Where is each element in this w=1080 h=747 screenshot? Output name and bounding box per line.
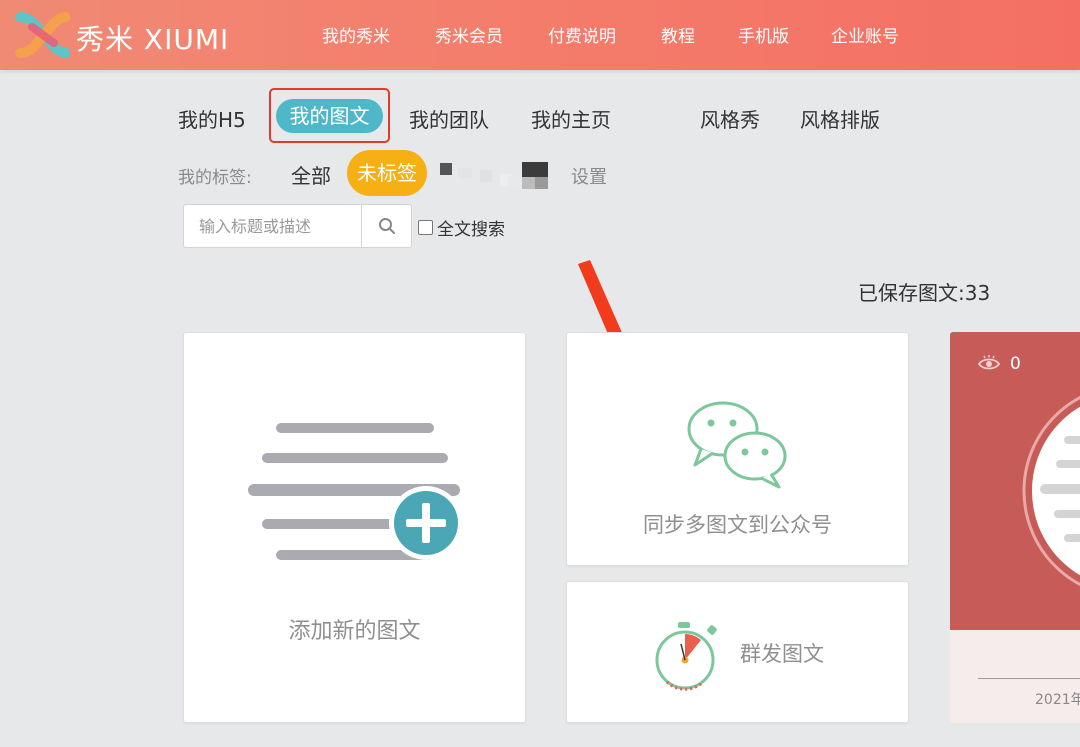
nav-enterprise[interactable]: 企业账号 xyxy=(831,22,899,47)
add-article-card[interactable]: 添加新的图文 xyxy=(183,332,526,723)
tab-my-articles[interactable]: 我的图文 xyxy=(276,99,383,133)
nav-mobile[interactable]: 手机版 xyxy=(738,22,789,47)
xiumi-logo-icon[interactable] xyxy=(14,9,70,61)
fulltext-search-checkbox[interactable] xyxy=(418,220,433,235)
stopwatch-icon xyxy=(655,622,717,691)
eye-icon xyxy=(978,355,1000,370)
nav-membership[interactable]: 秀米会员 xyxy=(435,22,503,47)
tab-my-homepage[interactable]: 我的主页 xyxy=(531,104,611,136)
mass-send-card[interactable]: 群发图文 xyxy=(566,581,909,723)
article-view-count: 0 xyxy=(1010,354,1021,374)
fulltext-search-option[interactable]: 全文搜索 xyxy=(418,215,505,240)
nav-pricing[interactable]: 付费说明 xyxy=(548,22,616,47)
top-navbar: 秀米 XIUMI 我的秀米 秀米会员 付费说明 教程 手机版 企业账号 xyxy=(0,0,1080,70)
search-input[interactable] xyxy=(184,205,361,247)
nav-tutorial[interactable]: 教程 xyxy=(661,22,695,47)
article-date: 2021年 xyxy=(1035,692,1080,708)
nav-my-xiumi[interactable]: 我的秀米 xyxy=(322,22,390,47)
tag-settings-link[interactable]: 设置 xyxy=(571,163,607,189)
add-article-icon xyxy=(248,423,462,560)
add-article-label: 添加新的图文 xyxy=(288,619,421,644)
sync-to-wechat-card[interactable]: 同步多图文到公众号 xyxy=(566,332,909,566)
fulltext-search-label: 全文搜索 xyxy=(437,220,505,240)
saved-count: 已保存图文:33 xyxy=(858,281,991,305)
tab-style-layout[interactable]: 风格排版 xyxy=(800,104,880,136)
tag-all[interactable]: 全部 xyxy=(291,160,331,189)
brand-name[interactable]: 秀米 XIUMI xyxy=(76,18,229,58)
tab-my-articles-highlight[interactable]: 我的图文 xyxy=(269,88,390,143)
search-icon xyxy=(379,218,395,234)
tags-label: 我的标签: xyxy=(178,168,252,188)
article-card[interactable]: 0 2021年 xyxy=(950,332,1080,723)
sync-to-wechat-label: 同步多图文到公众号 xyxy=(643,513,832,537)
article-cover-art xyxy=(1022,395,1080,587)
search-button[interactable] xyxy=(361,205,412,247)
article-cover: 0 xyxy=(950,332,1080,630)
article-divider xyxy=(978,678,1080,679)
wechat-icon xyxy=(687,401,787,489)
search-box xyxy=(183,204,412,248)
tag-untagged[interactable]: 未标签 xyxy=(347,150,427,196)
tab-style-show[interactable]: 风格秀 xyxy=(700,104,760,136)
tab-my-h5[interactable]: 我的H5 xyxy=(178,104,246,136)
mass-send-label: 群发图文 xyxy=(740,642,824,666)
tab-my-team[interactable]: 我的团队 xyxy=(409,104,489,136)
